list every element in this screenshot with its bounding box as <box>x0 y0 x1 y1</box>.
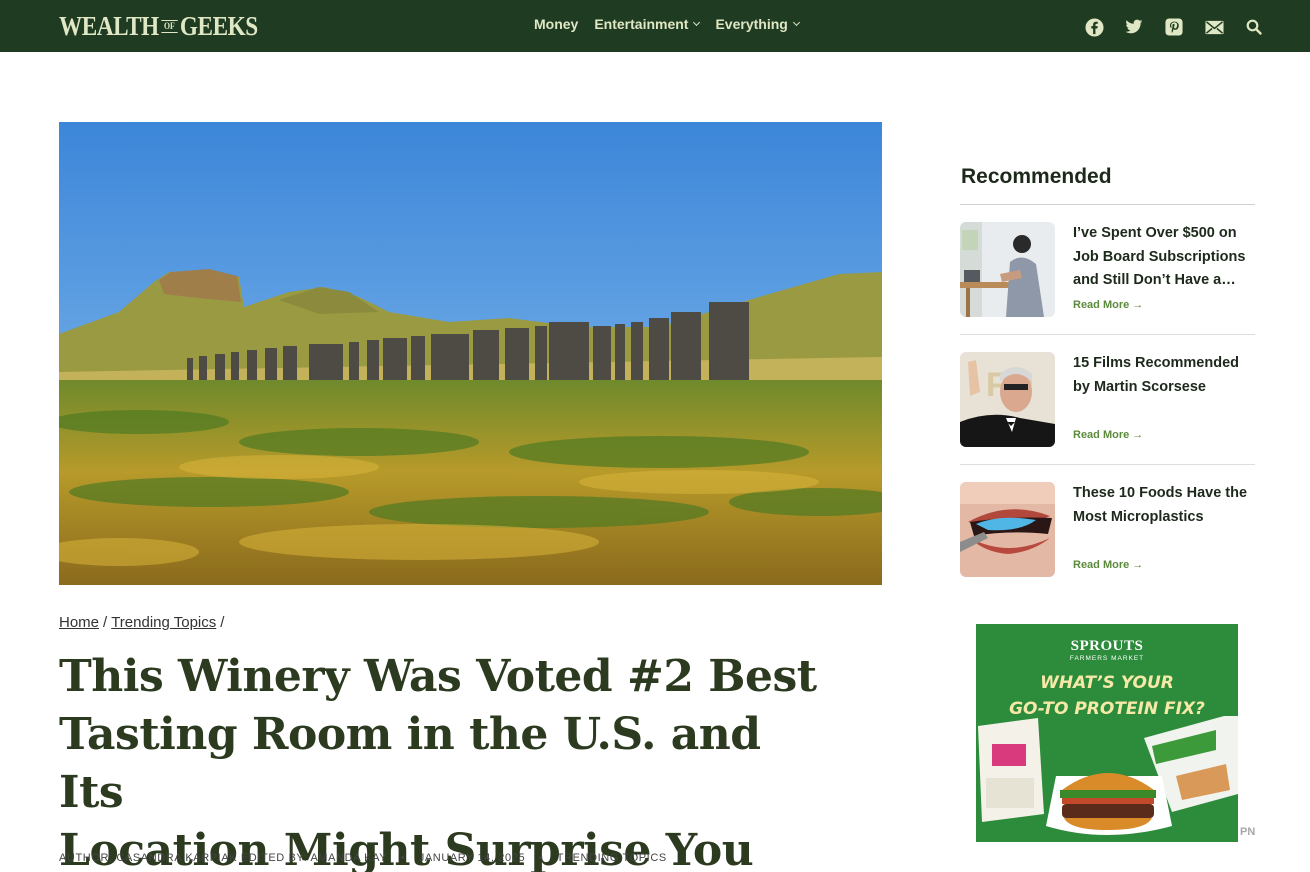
page-title: This Winery Was Voted #2 Best Tasting Ro… <box>59 648 819 872</box>
recommended-title[interactable]: These 10 Foods Have the Most Microplasti… <box>1073 482 1258 529</box>
chevron-down-icon <box>693 18 701 27</box>
recommended-item[interactable]: FO 15 Films Recommended by Martin Scorse… <box>960 352 1255 448</box>
recommended-rule <box>960 204 1255 205</box>
site-header: WEALTH OF GEEKS Money Entertainment Ever… <box>0 0 1310 52</box>
read-more-link[interactable]: Read More → <box>1073 299 1143 311</box>
recommended-divider <box>960 464 1255 465</box>
nav-item-money[interactable]: Money <box>534 16 578 32</box>
breadcrumb-home-link[interactable]: Home <box>59 614 99 631</box>
recommended-item[interactable]: These 10 Foods Have the Most Microplasti… <box>960 482 1255 578</box>
logo-word-wealth: WEALTH <box>59 10 159 41</box>
nav-item-label: Everything <box>715 16 788 32</box>
ad-brand: SPROUTS <box>1070 638 1144 654</box>
author-name[interactable]: CASANDRA KARPIAK <box>116 852 237 864</box>
editor-label: EDITED BY: <box>240 852 308 864</box>
recommended-item[interactable]: I’ve Spent Over $500 on Job Board Subscr… <box>960 222 1255 318</box>
article-meta: AUTHOR: CASANDRA KARPIAK EDITED BY: AMAN… <box>59 852 667 864</box>
breadcrumb: Home / Trending Topics / <box>59 614 228 631</box>
ad-headline: WHAT’S YOUR GO-TO PROTEIN FIX? <box>976 670 1238 722</box>
nav-item-everything[interactable]: Everything <box>715 16 800 32</box>
logo-word-of: OF <box>161 19 178 33</box>
category-link[interactable]: TRENDING TOPICS <box>557 852 667 864</box>
recommended-heading: Recommended <box>961 165 1112 188</box>
recommended-thumbnail[interactable]: FO <box>960 352 1055 447</box>
publish-date: JANUARY 14, 2025 <box>418 852 526 864</box>
chevron-down-icon <box>792 18 800 27</box>
recommended-divider <box>960 334 1255 335</box>
social-links <box>1083 16 1265 38</box>
meta-separator: • <box>538 852 544 864</box>
breadcrumb-separator: / <box>103 614 108 631</box>
ad-product-image <box>978 716 1238 835</box>
site-logo[interactable]: WEALTH OF GEEKS <box>59 11 258 41</box>
facebook-icon[interactable] <box>1083 16 1105 38</box>
page-title-line: This Winery Was Voted #2 Best <box>59 651 817 702</box>
main-nav: Money Entertainment Everything <box>534 16 800 32</box>
nav-item-label: Money <box>534 16 579 32</box>
nav-item-label: Entertainment <box>594 16 689 32</box>
page-title-line: Tasting Room in the U.S. and Its <box>59 709 761 818</box>
recommended-title[interactable]: 15 Films Recommended by Martin Scorsese <box>1073 352 1258 399</box>
email-icon[interactable] <box>1203 16 1225 38</box>
sprouts-ad[interactable]: SPROUTS FARMERS MARKET WHAT’S YOUR GO-TO… <box>976 624 1238 842</box>
page-title-line: Location Might Surprise You <box>59 825 754 872</box>
meta-separator: • <box>400 852 406 864</box>
breadcrumb-trending-link[interactable]: Trending Topics <box>111 614 216 631</box>
nav-item-entertainment[interactable]: Entertainment <box>594 16 701 32</box>
hero-image-winery <box>59 122 882 585</box>
breadcrumb-separator: / <box>220 614 225 631</box>
ad-brand-subtitle: FARMERS MARKET <box>1069 655 1145 662</box>
search-icon[interactable] <box>1243 16 1265 38</box>
author-label: AUTHOR: <box>59 852 113 864</box>
recommended-thumbnail[interactable] <box>960 222 1055 317</box>
ad-headline-line: WHAT’S YOUR <box>1040 673 1174 693</box>
ad-label: PN <box>1240 826 1256 838</box>
read-more-link[interactable]: Read More → <box>1073 429 1143 441</box>
editor-name[interactable]: AMANDA KAY <box>310 852 387 864</box>
recommended-thumbnail[interactable] <box>960 482 1055 577</box>
twitter-icon[interactable] <box>1123 16 1145 38</box>
pinterest-icon[interactable] <box>1163 16 1185 38</box>
read-more-link[interactable]: Read More → <box>1073 559 1143 571</box>
recommended-title[interactable]: I’ve Spent Over $500 on Job Board Subscr… <box>1073 222 1258 293</box>
logo-word-geeks: GEEKS <box>179 10 258 41</box>
